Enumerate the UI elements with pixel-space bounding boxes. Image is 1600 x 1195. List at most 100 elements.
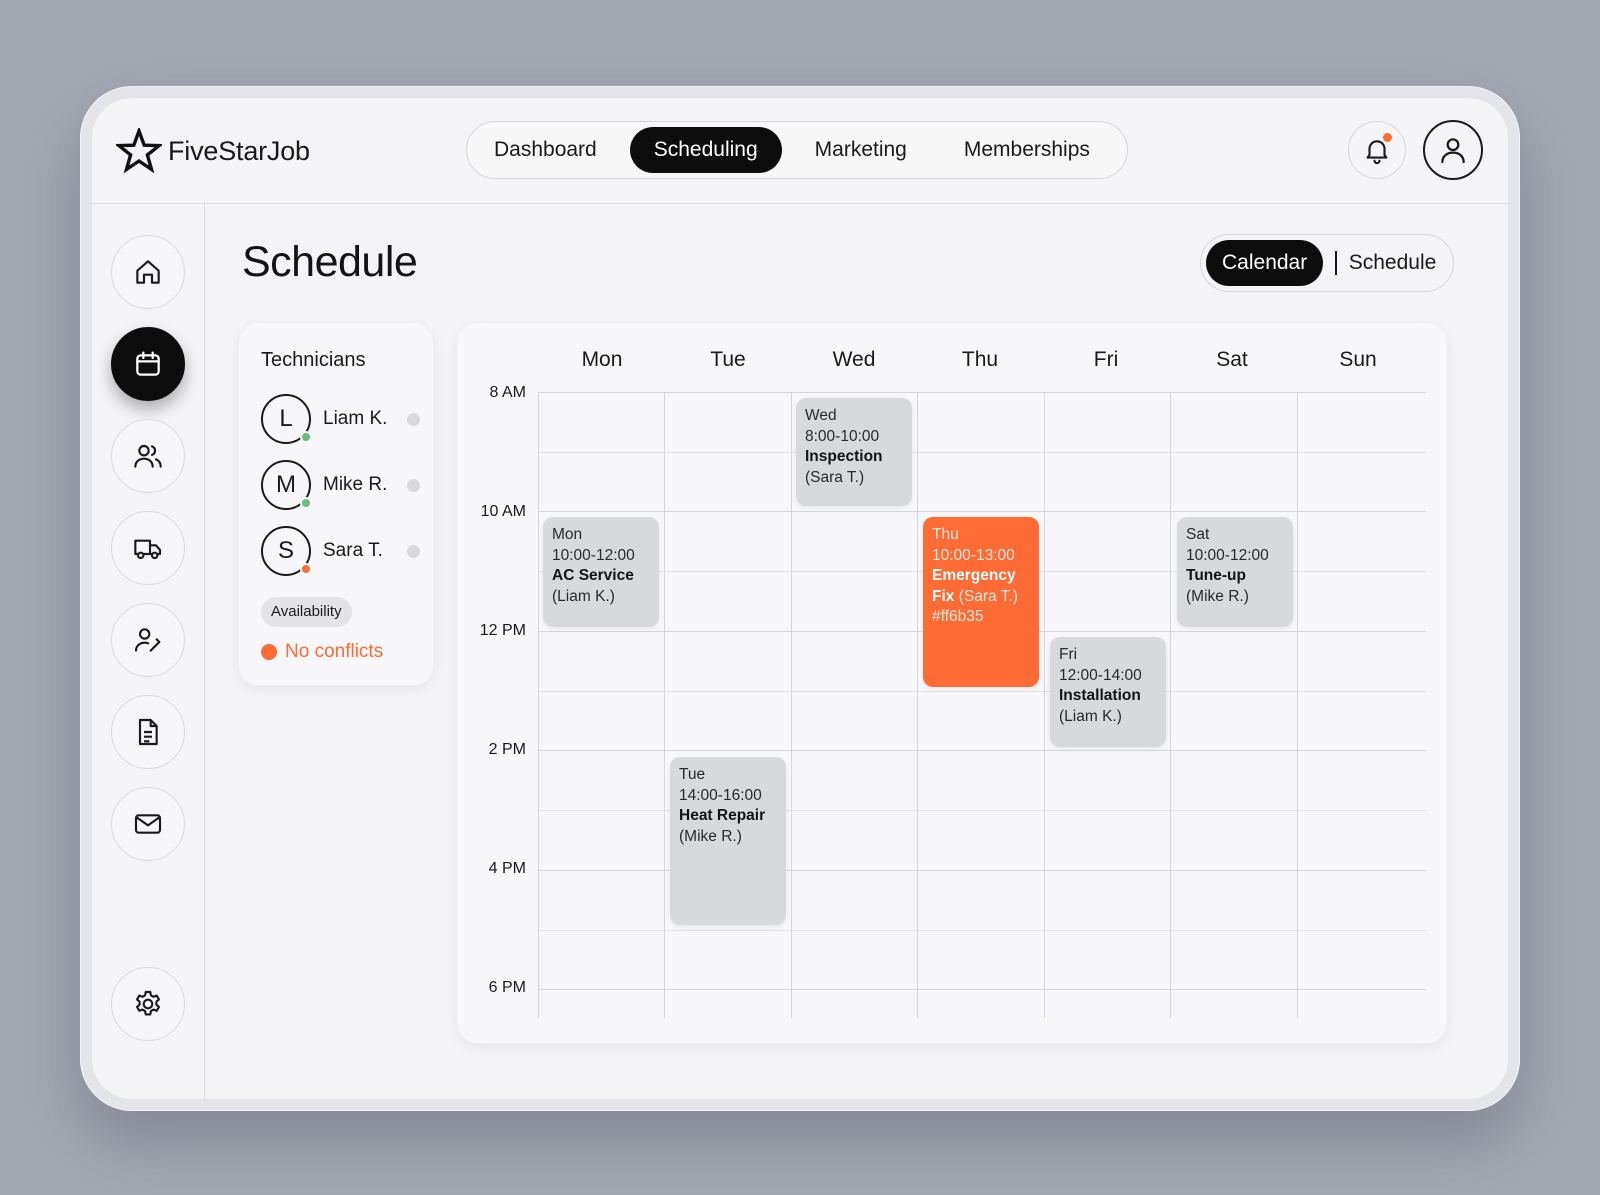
time-label-4pm: 4 PM bbox=[488, 860, 526, 877]
grid-column-line bbox=[791, 392, 792, 1018]
event-tech: (Mike R.) bbox=[679, 827, 742, 845]
event-time: 14:00-16:00 bbox=[679, 786, 762, 804]
time-label-8am: 8 AM bbox=[489, 384, 526, 401]
grid-column-line bbox=[1170, 392, 1171, 1018]
event-time: 10:00-13:00 bbox=[932, 546, 1015, 564]
main-nav: Dashboard Scheduling Marketing Membershi… bbox=[466, 121, 1128, 179]
availability-dot bbox=[407, 544, 420, 558]
event-title: Heat Repair bbox=[679, 807, 766, 824]
day-header-wed: Wed bbox=[832, 348, 876, 371]
avatar: M bbox=[261, 460, 312, 510]
event-day: Sat bbox=[1186, 526, 1210, 543]
grid-line bbox=[538, 750, 1426, 751]
user-edit-icon bbox=[134, 628, 161, 652]
availability-button[interactable]: Availability bbox=[261, 597, 352, 627]
sidebar-item-documents[interactable] bbox=[111, 695, 185, 769]
notifications-button[interactable] bbox=[1348, 121, 1406, 179]
avatar-initial: S bbox=[277, 537, 294, 564]
sidebar bbox=[92, 204, 205, 1099]
technician-row[interactable]: S Sara T. bbox=[261, 526, 420, 576]
grid-line bbox=[538, 691, 1426, 692]
schedule-view-button[interactable]: Schedule bbox=[1349, 240, 1437, 286]
conflicts-status: No conflicts bbox=[261, 641, 383, 663]
event-tech: (Mike R.) bbox=[1186, 587, 1249, 605]
event-title: Tune-up bbox=[1186, 567, 1246, 584]
calendar-view-button[interactable]: Calendar bbox=[1206, 240, 1324, 286]
status-indicator bbox=[300, 431, 312, 443]
event-tech: (Sara T.) bbox=[958, 587, 1018, 605]
brand-logo[interactable]: FiveStarJob bbox=[116, 128, 310, 174]
event-day: Mon bbox=[552, 526, 583, 543]
avatar-initial: L bbox=[279, 405, 293, 432]
mail-icon bbox=[134, 814, 162, 834]
event-note: #ff6b35 bbox=[932, 608, 984, 625]
top-header: FiveStarJob Dashboard Scheduling Marketi… bbox=[92, 98, 1508, 204]
sidebar-item-team[interactable] bbox=[111, 419, 185, 493]
day-header-sat: Sat bbox=[1216, 348, 1248, 371]
avatar-initial: M bbox=[276, 471, 296, 498]
grid-line bbox=[538, 452, 1426, 453]
view-toggle: Calendar Schedule bbox=[1200, 234, 1454, 292]
document-icon bbox=[138, 718, 158, 746]
event-title: Emergency bbox=[932, 567, 1016, 584]
event-day: Wed bbox=[805, 407, 837, 424]
event-time: 8:00-10:00 bbox=[805, 427, 880, 445]
grid-line bbox=[538, 392, 1426, 393]
grid-line bbox=[538, 930, 1426, 931]
conflicts-label: No conflicts bbox=[285, 641, 384, 662]
page-title: Schedule bbox=[242, 238, 418, 286]
event-title-cont: Fix bbox=[932, 587, 955, 605]
sidebar-item-home[interactable] bbox=[111, 235, 185, 309]
nav-dashboard[interactable]: Dashboard bbox=[494, 127, 630, 173]
event-sat-tune-up[interactable]: Sat 10:00-12:00 Tune-up (Mike R.) bbox=[1177, 517, 1293, 627]
event-mon-ac-service[interactable]: Mon 10:00-12:00 AC Service (Liam K.) bbox=[543, 517, 659, 627]
brand-name: FiveStarJob bbox=[168, 135, 310, 166]
users-icon bbox=[134, 444, 162, 468]
event-day: Thu bbox=[932, 526, 959, 543]
event-time: 10:00-12:00 bbox=[552, 546, 635, 564]
avatar: L bbox=[261, 394, 312, 444]
nav-scheduling[interactable]: Scheduling bbox=[629, 127, 782, 173]
event-tech: (Sara T.) bbox=[805, 468, 865, 486]
event-title: Inspection bbox=[805, 448, 883, 465]
event-fri-installation[interactable]: Fri 12:00-14:00 Installation (Liam K.) bbox=[1050, 637, 1166, 747]
technician-name: Mike R. bbox=[323, 474, 388, 495]
profile-button[interactable] bbox=[1423, 120, 1483, 180]
event-time: 10:00-12:00 bbox=[1186, 546, 1269, 564]
technician-row[interactable]: L Liam K. bbox=[261, 394, 420, 444]
event-thu-emergency-fix[interactable]: Thu 10:00-13:00 Emergency Fix (Sara T.) … bbox=[923, 517, 1039, 687]
day-header-fri: Fri bbox=[1093, 348, 1119, 371]
grid-column-line bbox=[917, 392, 918, 1018]
technician-name: Liam K. bbox=[323, 408, 388, 429]
availability-dot bbox=[407, 478, 420, 492]
event-tech: (Liam K.) bbox=[552, 587, 615, 605]
nav-memberships[interactable]: Memberships bbox=[940, 127, 1090, 173]
time-label-2pm: 2 PM bbox=[488, 741, 526, 758]
event-tech: (Liam K.) bbox=[1059, 707, 1122, 725]
technicians-title: Technicians bbox=[261, 349, 366, 371]
gear-icon bbox=[136, 990, 160, 1016]
sidebar-item-messages[interactable] bbox=[111, 787, 185, 861]
sidebar-item-fleet[interactable] bbox=[111, 511, 185, 585]
status-indicator bbox=[300, 497, 312, 509]
sidebar-item-settings[interactable] bbox=[111, 967, 185, 1041]
day-header-sun: Sun bbox=[1339, 348, 1377, 371]
event-title: AC Service bbox=[552, 567, 634, 584]
sidebar-item-calendar[interactable] bbox=[111, 327, 185, 401]
day-header-tue: Tue bbox=[710, 348, 746, 371]
truck-icon bbox=[134, 539, 162, 560]
conflicts-dot bbox=[261, 644, 277, 660]
event-tue-heat-repair[interactable]: Tue 14:00-16:00 Heat Repair (Mike R.) bbox=[670, 757, 786, 925]
event-day: Tue bbox=[679, 766, 706, 783]
event-wed-inspection[interactable]: Wed 8:00-10:00 Inspection (Sara T.) bbox=[796, 398, 912, 506]
grid-line bbox=[538, 989, 1426, 990]
sidebar-item-assign[interactable] bbox=[111, 603, 185, 677]
status-indicator bbox=[300, 563, 312, 575]
grid-line bbox=[538, 511, 1426, 512]
technician-row[interactable]: M Mike R. bbox=[261, 460, 420, 510]
nav-marketing[interactable]: Marketing bbox=[782, 127, 940, 173]
star-icon bbox=[116, 128, 162, 174]
user-icon bbox=[1441, 138, 1465, 164]
grid-column-line bbox=[664, 392, 665, 1018]
grid-column-line bbox=[1044, 392, 1045, 1018]
